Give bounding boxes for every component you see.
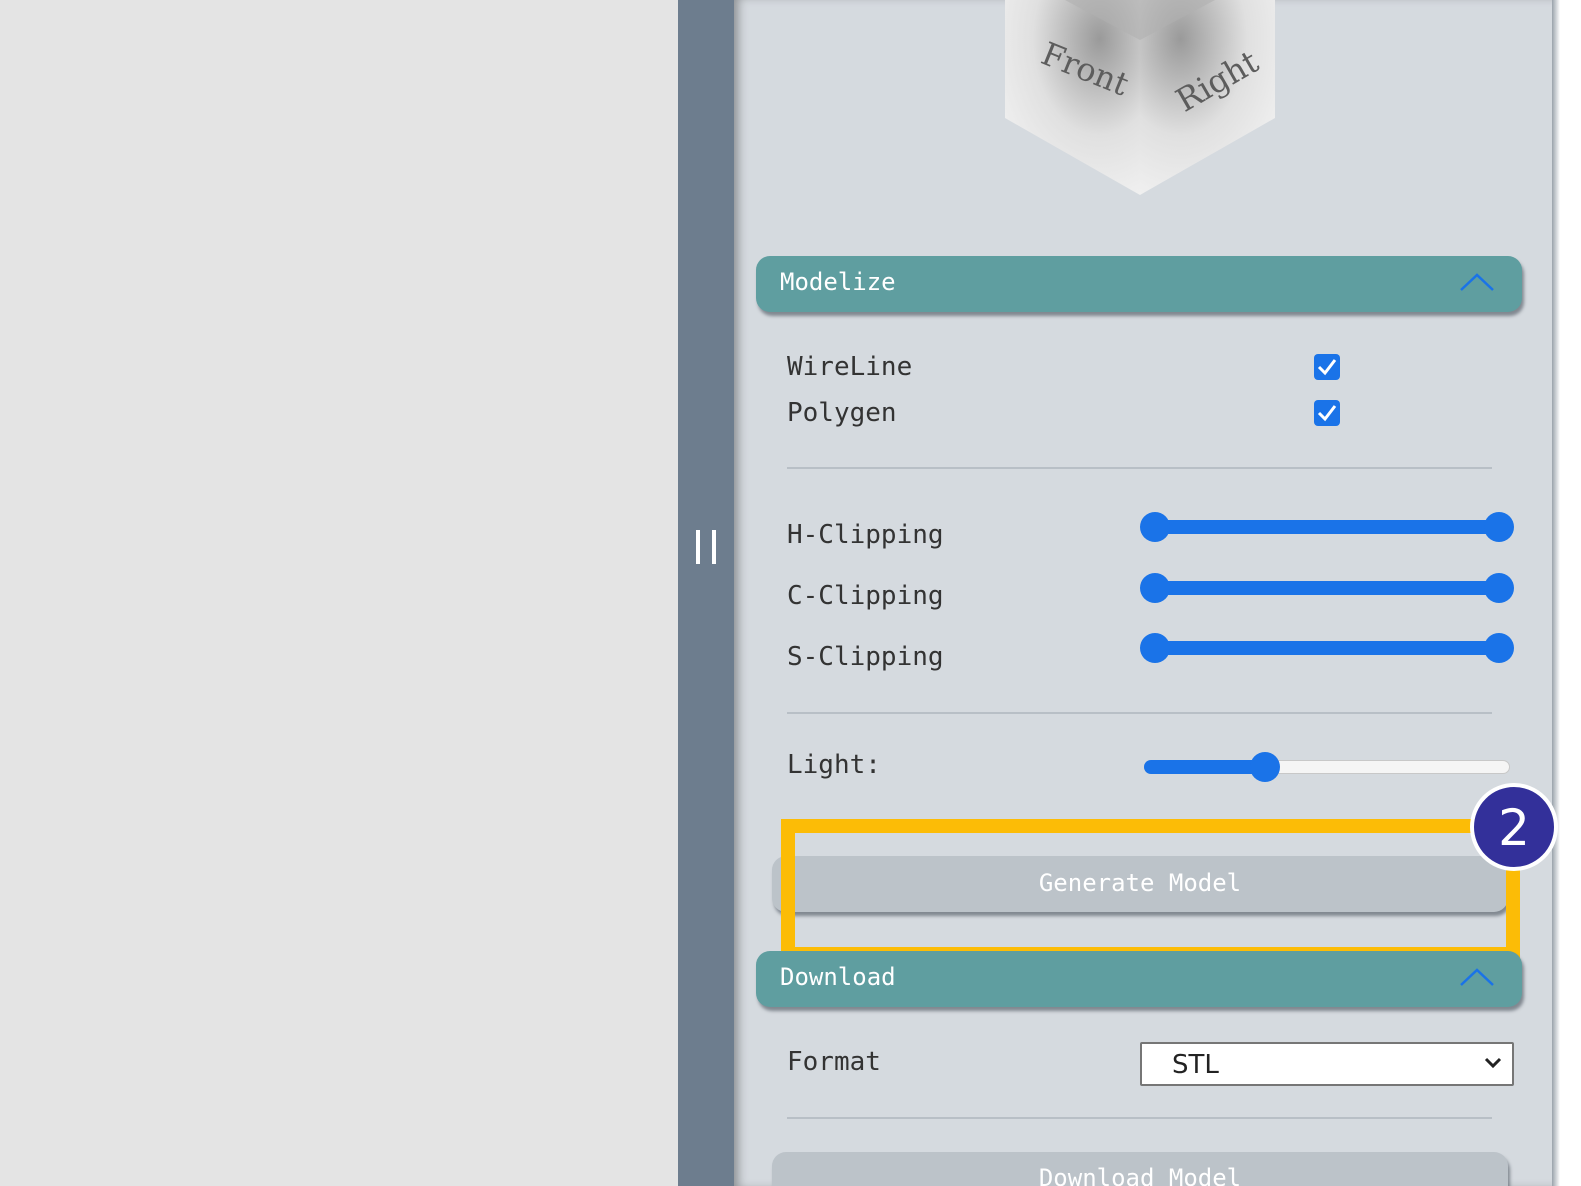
view-cube[interactable]: Front Right bbox=[1005, 0, 1275, 200]
polygen-checkbox[interactable] bbox=[1314, 400, 1340, 426]
modelize-section-header[interactable]: Modelize bbox=[756, 256, 1522, 312]
slider-max-handle[interactable] bbox=[1484, 633, 1514, 663]
slider-fill bbox=[1155, 641, 1499, 655]
chevron-up-icon[interactable] bbox=[1458, 965, 1496, 991]
slider-fill bbox=[1155, 520, 1499, 534]
chevron-down-icon bbox=[1484, 1057, 1502, 1069]
slider-handle[interactable] bbox=[1250, 752, 1281, 782]
divider bbox=[787, 467, 1492, 469]
slider-min-handle[interactable] bbox=[1140, 512, 1170, 542]
panel-edge bbox=[1552, 0, 1581, 1186]
format-label: Format bbox=[787, 1047, 881, 1077]
divider bbox=[787, 712, 1492, 714]
h-clipping-slider[interactable] bbox=[1140, 512, 1514, 542]
format-selected-value: STL bbox=[1172, 1050, 1219, 1080]
step-number-badge: 2 bbox=[1470, 783, 1558, 871]
splitter-grip-icon[interactable] bbox=[696, 530, 716, 564]
light-slider[interactable] bbox=[1140, 752, 1514, 782]
c-clipping-slider[interactable] bbox=[1140, 573, 1514, 603]
wireline-checkbox[interactable] bbox=[1314, 354, 1340, 380]
download-title: Download bbox=[780, 963, 896, 991]
slider-fill bbox=[1155, 581, 1499, 595]
download-model-label: Download Model bbox=[1038, 1164, 1242, 1186]
polygen-label: Polygen bbox=[787, 398, 897, 428]
chevron-up-icon[interactable] bbox=[1458, 270, 1496, 296]
c-clipping-label: C-Clipping bbox=[787, 581, 944, 611]
slider-max-handle[interactable] bbox=[1484, 512, 1514, 542]
format-select[interactable]: STL bbox=[1140, 1042, 1514, 1086]
slider-min-handle[interactable] bbox=[1140, 633, 1170, 663]
modelize-title: Modelize bbox=[780, 268, 896, 296]
download-section-header[interactable]: Download bbox=[756, 951, 1522, 1007]
panel-splitter[interactable] bbox=[678, 0, 734, 1186]
divider bbox=[787, 1117, 1492, 1119]
h-clipping-label: H-Clipping bbox=[787, 520, 944, 550]
download-model-button[interactable]: Download Model bbox=[772, 1152, 1508, 1186]
slider-fill bbox=[1144, 760, 1266, 774]
step-number: 2 bbox=[1498, 799, 1530, 857]
slider-min-handle[interactable] bbox=[1140, 573, 1170, 603]
light-label: Light: bbox=[787, 750, 881, 780]
3d-viewport[interactable] bbox=[0, 0, 678, 1186]
s-clipping-label: S-Clipping bbox=[787, 642, 944, 672]
s-clipping-slider[interactable] bbox=[1140, 633, 1514, 663]
step-highlight-box bbox=[781, 819, 1520, 961]
wireline-label: WireLine bbox=[787, 352, 913, 382]
slider-max-handle[interactable] bbox=[1484, 573, 1514, 603]
